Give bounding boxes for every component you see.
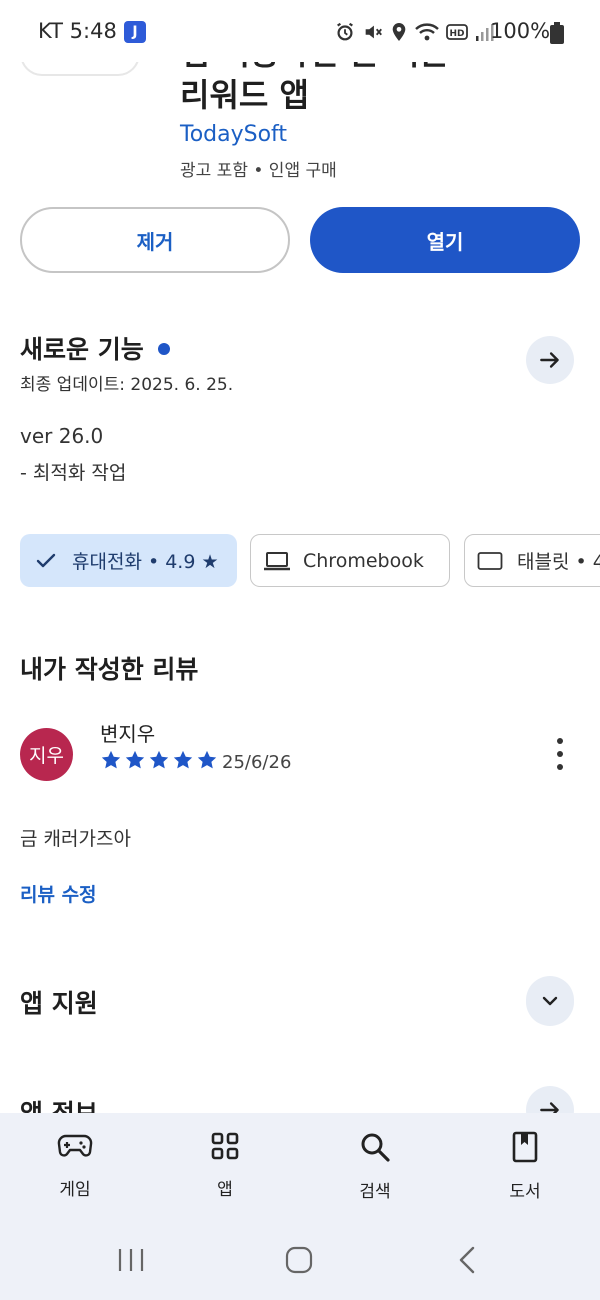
nav-books-label: 도서 bbox=[509, 1182, 541, 1202]
more-dot bbox=[557, 751, 563, 757]
star-icon bbox=[197, 750, 217, 769]
book-icon bbox=[512, 1131, 538, 1163]
chip-tablet-label: 태블릿 • 4 bbox=[517, 551, 600, 573]
version-text: ver 26.0 bbox=[20, 424, 104, 448]
location-icon bbox=[392, 23, 406, 41]
more-dot bbox=[557, 764, 563, 770]
alarm-icon bbox=[337, 22, 353, 41]
changelog-text: - 최적화 작업 bbox=[20, 462, 127, 484]
whats-new-header[interactable]: 새로운 기능 bbox=[20, 330, 170, 366]
home-icon[interactable] bbox=[284, 1245, 314, 1275]
more-dot bbox=[557, 738, 563, 744]
mute-icon bbox=[365, 25, 382, 39]
nav-search[interactable]: 검색 bbox=[325, 1131, 425, 1202]
star-icon bbox=[125, 750, 145, 769]
gamepad-icon bbox=[57, 1134, 93, 1157]
chip-phone[interactable]: 휴대전화 • 4.9 ★ bbox=[20, 534, 237, 587]
star-icon bbox=[101, 750, 121, 769]
chip-tablet[interactable]: 태블릿 • 4 bbox=[464, 534, 600, 587]
system-nav-bar bbox=[0, 1218, 600, 1300]
avatar: 지우 bbox=[20, 728, 73, 781]
chip-chromebook-label: Chromebook bbox=[303, 549, 424, 572]
my-review-title: 내가 작성한 리뷰 bbox=[20, 655, 199, 684]
new-indicator-dot bbox=[157, 343, 170, 355]
carrier-time: KT 5:48 bbox=[38, 19, 117, 43]
uninstall-button[interactable]: 제거 bbox=[20, 207, 290, 273]
nav-apps[interactable]: 앱 bbox=[175, 1131, 275, 1200]
status-bar: KT 5:48 J HD 100% bbox=[0, 0, 600, 62]
hd-icon: HD bbox=[446, 24, 468, 40]
tablet-icon bbox=[477, 551, 503, 570]
back-icon[interactable] bbox=[456, 1245, 478, 1275]
app-support-expand-button[interactable] bbox=[526, 976, 574, 1026]
reviewer-name: 변지우 bbox=[100, 722, 156, 746]
apps-grid-icon bbox=[211, 1132, 239, 1160]
app-meta: 광고 포함 • 인앱 구매 bbox=[180, 161, 337, 181]
nav-games[interactable]: 게임 bbox=[25, 1131, 125, 1200]
chip-phone-label: 휴대전화 • 4.9 ★ bbox=[72, 551, 219, 573]
developer-link[interactable]: TodaySoft bbox=[180, 122, 287, 147]
star-icon bbox=[149, 750, 169, 769]
app-support-title[interactable]: 앱 지원 bbox=[20, 984, 98, 1020]
nav-games-label: 게임 bbox=[59, 1180, 91, 1200]
recent-apps-icon[interactable] bbox=[116, 1247, 146, 1273]
edit-review-link[interactable]: 리뷰 수정 bbox=[20, 880, 97, 907]
rating-stars bbox=[100, 749, 218, 771]
nav-search-label: 검색 bbox=[359, 1182, 391, 1202]
arrow-right-icon bbox=[540, 352, 559, 368]
more-options-button[interactable] bbox=[548, 738, 572, 770]
bottom-nav: 게임 앱 검색 도서 bbox=[0, 1113, 600, 1218]
svg-text:HD: HD bbox=[449, 29, 464, 39]
star-icon bbox=[173, 750, 193, 769]
open-button[interactable]: 열기 bbox=[310, 207, 580, 273]
review-date: 25/6/26 bbox=[222, 752, 292, 773]
whats-new-arrow-button[interactable] bbox=[526, 336, 574, 384]
battery-percent: 100% bbox=[490, 19, 551, 43]
status-icons: HD bbox=[334, 19, 494, 45]
battery-icon bbox=[550, 22, 564, 44]
wifi-icon bbox=[415, 23, 439, 41]
review-text: 금 캐러가즈아 bbox=[20, 828, 131, 850]
check-icon bbox=[36, 553, 56, 567]
notification-app-icon: J bbox=[124, 21, 146, 43]
app-title: 리워드 앱 bbox=[180, 76, 309, 114]
chevron-down-icon bbox=[542, 996, 558, 1006]
last-updated: 최종 업데이트: 2025. 6. 25. bbox=[20, 375, 234, 395]
laptop-icon bbox=[264, 551, 290, 570]
whats-new-title: 새로운 기능 bbox=[20, 335, 144, 364]
search-icon bbox=[361, 1133, 390, 1162]
nav-books[interactable]: 도서 bbox=[475, 1131, 575, 1202]
chip-chromebook[interactable]: Chromebook bbox=[250, 534, 450, 587]
nav-apps-label: 앱 bbox=[217, 1180, 233, 1200]
